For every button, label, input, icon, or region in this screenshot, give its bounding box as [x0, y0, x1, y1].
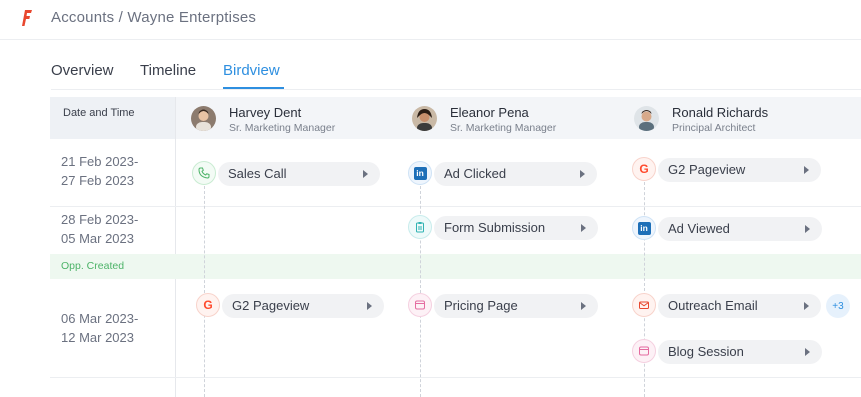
- event-pill[interactable]: Ad Viewed: [658, 217, 822, 241]
- opportunity-created-label: Opp. Created: [61, 260, 125, 272]
- opportunity-created-band: Opp. Created: [50, 254, 861, 279]
- g2-icon: G: [196, 293, 220, 317]
- caret-right-icon: [363, 170, 368, 178]
- event-label: G2 Pageview: [232, 298, 310, 313]
- caret-right-icon: [804, 166, 809, 174]
- row-divider: [50, 206, 861, 207]
- date-end: 05 Mar 2023: [61, 231, 134, 246]
- caret-right-icon: [805, 225, 810, 233]
- linkedin-icon: in: [632, 216, 656, 240]
- phone-icon: [192, 161, 216, 185]
- date-range-row-1: 21 Feb 2023- 27 Feb 2023: [61, 152, 138, 190]
- date-end: 12 Mar 2023: [61, 330, 134, 345]
- timeline-stem-ronald: [644, 182, 645, 397]
- date-start: 21 Feb 2023-: [61, 154, 139, 169]
- event-pill[interactable]: Sales Call: [218, 162, 380, 186]
- event-pill[interactable]: Form Submission: [434, 216, 598, 240]
- browser-icon: [632, 339, 656, 363]
- date-range-row-3: 06 Mar 2023- 12 Mar 2023: [61, 309, 138, 347]
- person-role: Sr. Marketing Manager: [229, 122, 336, 134]
- breadcrumb[interactable]: Accounts / Wayne Enterptises: [51, 9, 256, 26]
- avatar: [634, 106, 659, 131]
- date-start: 28 Feb 2023-: [61, 212, 139, 227]
- tab-timeline[interactable]: Timeline: [140, 62, 196, 79]
- event-pill[interactable]: G2 Pageview: [222, 294, 384, 318]
- avatar: [191, 106, 216, 131]
- date-column-header-label: Date and Time: [63, 107, 135, 119]
- caret-right-icon: [804, 302, 809, 310]
- event-label: G2 Pageview: [668, 162, 746, 177]
- date-column-divider: [175, 97, 176, 397]
- g2-icon: G: [632, 157, 656, 181]
- event-label: Sales Call: [228, 166, 287, 181]
- person-role: Principal Architect: [672, 122, 756, 134]
- timeline-stem-harvey: [204, 186, 205, 397]
- person-role: Sr. Marketing Manager: [450, 122, 557, 134]
- caret-right-icon: [581, 302, 586, 310]
- tabs-divider: [51, 89, 861, 90]
- caret-right-icon: [581, 224, 586, 232]
- event-label: Blog Session: [668, 344, 744, 359]
- event-label: Outreach Email: [668, 298, 758, 313]
- clipboard-icon: [408, 215, 432, 239]
- date-start: 06 Mar 2023-: [61, 311, 139, 326]
- person-name: Harvey Dent: [229, 105, 302, 120]
- caret-right-icon: [367, 302, 372, 310]
- browser-icon: [408, 293, 432, 317]
- event-pill[interactable]: Ad Clicked: [434, 162, 597, 186]
- event-label: Ad Clicked: [444, 166, 507, 181]
- row-divider: [50, 377, 861, 378]
- event-label: Form Submission: [444, 220, 546, 235]
- person-name: Eleanor Pena: [450, 105, 529, 120]
- tab-birdview[interactable]: Birdview: [223, 62, 280, 79]
- person-name: Ronald Richards: [672, 105, 769, 120]
- date-column-header: Date and Time: [50, 97, 175, 139]
- more-events-badge[interactable]: +3: [826, 294, 850, 318]
- avatar: [412, 106, 437, 131]
- top-bar: Accounts / Wayne Enterptises: [0, 0, 861, 40]
- date-end: 27 Feb 2023: [61, 173, 135, 188]
- event-pill[interactable]: Blog Session: [658, 340, 822, 364]
- event-pill[interactable]: Outreach Email: [658, 294, 821, 318]
- caret-right-icon: [580, 170, 585, 178]
- date-range-row-2: 28 Feb 2023- 05 Mar 2023: [61, 210, 138, 248]
- event-label: Ad Viewed: [668, 221, 730, 236]
- event-pill[interactable]: Pricing Page: [434, 294, 598, 318]
- tab-overview[interactable]: Overview: [51, 62, 114, 79]
- event-pill[interactable]: G2 Pageview: [658, 158, 821, 182]
- app-logo-icon[interactable]: [21, 9, 35, 27]
- caret-right-icon: [805, 348, 810, 356]
- linkedin-icon: in: [408, 161, 432, 185]
- mail-icon: [632, 293, 656, 317]
- event-label: Pricing Page: [444, 298, 518, 313]
- birdview-grid: Date and Time Harvey Dent Sr. Marketing …: [50, 97, 861, 397]
